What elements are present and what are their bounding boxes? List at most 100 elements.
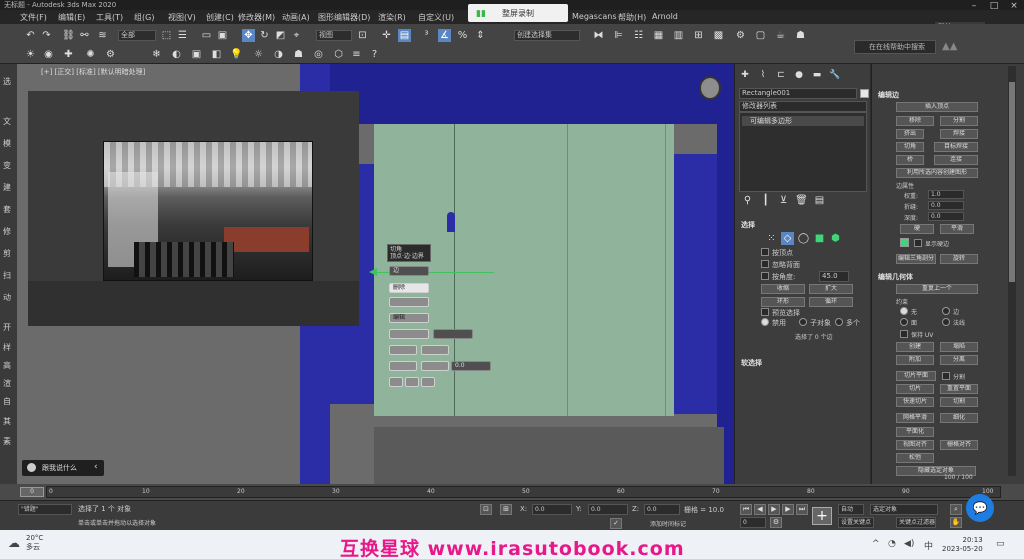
split-button[interactable]: 分割 xyxy=(940,116,978,126)
network-icon[interactable]: ◔ xyxy=(888,539,896,549)
menu-rendering[interactable]: 渲染(R) xyxy=(378,12,406,23)
chevron-left-icon[interactable]: ‹ xyxy=(94,462,98,472)
bridge-button[interactable]: 桥 xyxy=(896,155,924,165)
link-icon[interactable]: ⛓ xyxy=(62,29,75,42)
quad-item[interactable] xyxy=(421,345,449,355)
unlink-icon[interactable]: ⚯ xyxy=(78,29,91,42)
viewport[interactable]: [+] [正交] [标准] [默认明暗处理] 切角 顶点·边·边界 边 删除 编… xyxy=(17,64,734,484)
hierarchy-tab-icon[interactable]: ⊏ xyxy=(775,70,787,82)
container-icon[interactable]: ⬡ xyxy=(332,48,345,61)
display-tab-icon[interactable]: ▬ xyxy=(811,70,823,82)
set-key-button[interactable]: 设置关键点 xyxy=(838,517,874,528)
menu-arnold[interactable]: Arnold xyxy=(652,12,678,21)
quad-delete-button[interactable]: 删除 xyxy=(389,283,429,293)
pan-icon[interactable]: ✋ xyxy=(950,517,962,528)
configure-sets-icon[interactable]: ▤ xyxy=(813,194,826,207)
menu-graph-editors[interactable]: 图形编辑器(D) xyxy=(318,12,370,23)
soft-selection-rollout-header[interactable]: 软选择 xyxy=(741,358,762,368)
hard-button[interactable]: 硬 xyxy=(900,224,934,234)
smooth-button[interactable]: 平滑 xyxy=(940,224,974,234)
sidebar-item-material[interactable]: 素 xyxy=(3,436,11,447)
goto-end-icon[interactable]: ⏭ xyxy=(796,504,808,515)
material-editor-icon[interactable]: ▩ xyxy=(712,29,725,42)
view-align-button[interactable]: 视图对齐 xyxy=(896,440,934,450)
sidebar-item-anim[interactable]: 动 xyxy=(3,292,11,303)
online-help-search[interactable]: 在在线帮助中搜索 xyxy=(854,40,936,54)
window-crossing-icon[interactable]: ▣ xyxy=(216,29,229,42)
render-setup-icon[interactable]: ⚙ xyxy=(734,29,747,42)
named-selection-dropdown[interactable]: 创建选择集 xyxy=(514,30,580,41)
sidebar-item-lasso[interactable]: 套 xyxy=(3,204,11,215)
notification-icon[interactable]: ▭ xyxy=(996,539,1005,549)
play-icon[interactable]: ▶ xyxy=(768,504,780,515)
screen-record-popup[interactable]: ▮▮ 整屏录制 xyxy=(468,4,568,22)
create-tab-icon[interactable]: ✚ xyxy=(739,70,751,82)
grid-align-button[interactable]: 栅格对齐 xyxy=(940,440,978,450)
insert-vertex-button[interactable]: 插入顶点 xyxy=(896,102,978,112)
auto-key-button[interactable]: 自动 xyxy=(838,504,864,515)
keyboard-shortcut-icon[interactable]: ▤ xyxy=(398,29,411,42)
quad-item[interactable] xyxy=(433,329,473,339)
grow-button[interactable]: 扩大 xyxy=(809,284,853,294)
chat-prompt[interactable]: 跟我说什么 ‹ xyxy=(22,460,104,476)
target-weld-button[interactable]: 目标焊接 xyxy=(934,142,978,152)
turn-button[interactable]: 旋转 xyxy=(940,254,978,264)
show-end-result-icon[interactable]: ┃ xyxy=(759,194,772,207)
teapot-icon[interactable]: ☗ xyxy=(292,48,305,61)
edge-mode-icon[interactable]: ◇ xyxy=(781,232,794,245)
display-hard-edges-checkbox[interactable]: 显示硬边 xyxy=(914,239,949,248)
hard-edge-color-swatch[interactable] xyxy=(900,238,909,247)
menu-customize[interactable]: 自定义(U) xyxy=(418,12,454,23)
enable-icon[interactable]: ✓ xyxy=(610,518,622,529)
edit-triangulation-button[interactable]: 编辑三角剖分 xyxy=(896,254,936,264)
sidebar-item-sweep[interactable]: 扫 xyxy=(3,270,11,281)
lock-selection-icon[interactable]: ⊡ xyxy=(480,504,492,515)
menu-modifiers[interactable]: 修改器(M) xyxy=(238,12,275,23)
align-icon[interactable]: ⊫ xyxy=(612,29,625,42)
selection-filter-dropdown[interactable]: 全部 xyxy=(118,30,156,41)
bind-spacewarp-icon[interactable]: ≋ xyxy=(96,29,109,42)
quad-item[interactable] xyxy=(389,297,429,307)
preserve-uv-checkbox[interactable]: 保持 UV xyxy=(900,330,933,339)
quad-edge-button[interactable]: 边 xyxy=(389,266,429,276)
make-planar-button[interactable]: 平面化 xyxy=(896,427,934,437)
sidebar-item-select[interactable]: 选 xyxy=(3,76,11,87)
modify-tab-icon[interactable]: ⌇ xyxy=(757,70,769,82)
create-shape-button[interactable]: 利用所选内容创建图形 xyxy=(896,168,978,178)
time-slider[interactable]: 0 xyxy=(20,487,44,497)
sun-icon[interactable]: ☼ xyxy=(252,48,265,61)
render-frame-icon[interactable]: ▢ xyxy=(754,29,767,42)
motion-tab-icon[interactable]: ● xyxy=(793,70,805,82)
maxscript-listener-field[interactable]: "错题" xyxy=(18,504,72,515)
split-checkbox[interactable]: 分割 xyxy=(942,372,965,381)
weight-field[interactable]: 1.0 xyxy=(928,190,964,199)
crease-field[interactable]: 0.0 xyxy=(928,201,964,210)
weld-button[interactable]: 焊接 xyxy=(940,129,978,139)
eye-icon[interactable]: ◎ xyxy=(312,48,325,61)
element-mode-icon[interactable]: ⬢ xyxy=(829,232,842,245)
placement-icon[interactable]: ⌖ xyxy=(290,29,303,42)
edit-edges-header[interactable]: 编辑边 xyxy=(878,90,899,100)
vertex-mode-icon[interactable]: ⁙ xyxy=(765,232,778,245)
constraint-face-radio[interactable]: 面 xyxy=(900,318,917,327)
sidebar-item-file[interactable]: 文 xyxy=(3,116,11,127)
z-coord-field[interactable]: 0.0 xyxy=(644,504,680,515)
selection-rollout-header[interactable]: 选择 xyxy=(741,220,755,230)
taskbar-clock[interactable]: 20:13 2023-05-20 xyxy=(942,536,983,554)
border-mode-icon[interactable]: ◯ xyxy=(797,232,810,245)
systems-icon[interactable]: ⚙ xyxy=(104,48,117,61)
menu-view[interactable]: 视图(V) xyxy=(168,12,196,23)
graphite-icon[interactable]: ▦ xyxy=(652,29,665,42)
mirror-icon[interactable]: ⧓ xyxy=(592,29,605,42)
y-coord-field[interactable]: 0.0 xyxy=(588,504,628,515)
snap-icon[interactable]: ³ xyxy=(420,29,433,42)
spinner-snap-icon[interactable]: ⇕ xyxy=(474,29,487,42)
panel-scrollbar[interactable] xyxy=(1008,66,1016,476)
modifier-list-dropdown[interactable]: 修改器列表 xyxy=(739,101,867,112)
create-button[interactable]: 创建 xyxy=(896,342,934,352)
move-icon[interactable]: ✥ xyxy=(242,29,255,42)
utilities-tab-icon[interactable]: 🔧 xyxy=(829,70,841,82)
sidebar-item-custom[interactable]: 自 xyxy=(3,396,11,407)
hide-icon[interactable]: ◐ xyxy=(170,48,183,61)
preview-subobj-radio[interactable]: 子对象 xyxy=(799,318,831,328)
